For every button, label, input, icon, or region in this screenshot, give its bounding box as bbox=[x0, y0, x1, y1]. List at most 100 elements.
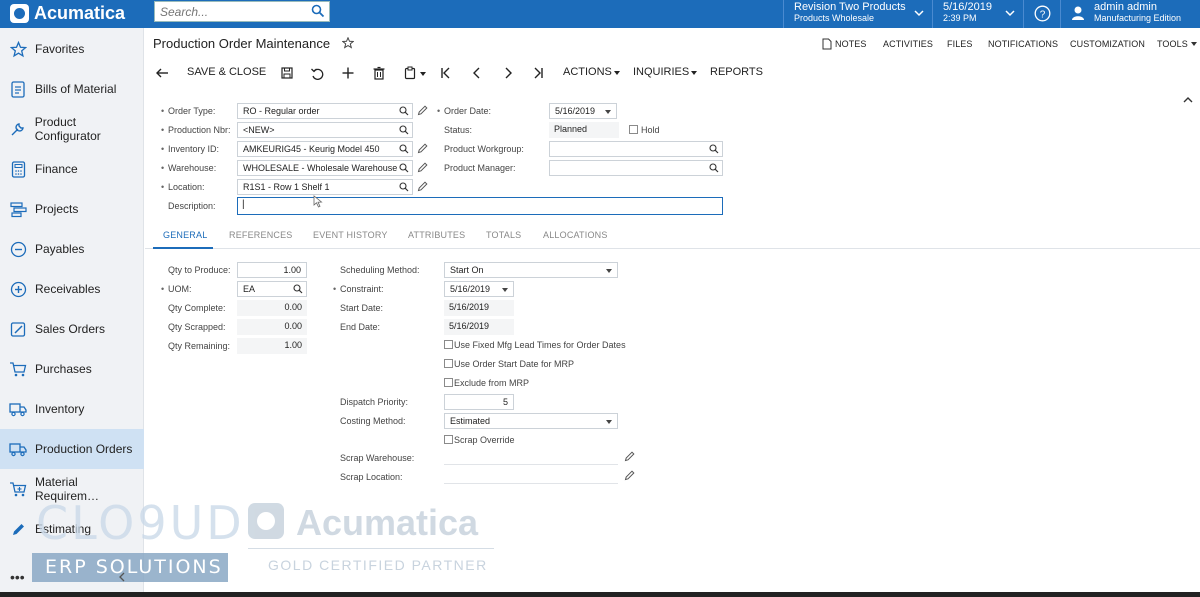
constraint-date-field[interactable]: 5/16/2019 bbox=[444, 281, 514, 297]
edit-pencil-icon[interactable] bbox=[417, 143, 428, 154]
hold-checkbox[interactable] bbox=[629, 125, 638, 134]
uom-field[interactable]: EA bbox=[237, 281, 307, 297]
chevron-down-icon[interactable] bbox=[502, 288, 508, 292]
order-type-field[interactable]: RO - Regular order bbox=[237, 103, 413, 119]
search-icon[interactable] bbox=[709, 163, 719, 173]
sidebar-item-production-orders[interactable]: Production Orders bbox=[0, 429, 144, 469]
acumatica-watermark: Acumatica bbox=[296, 502, 479, 543]
save-icon[interactable] bbox=[280, 66, 294, 80]
order-date-field[interactable]: 5/16/2019 bbox=[549, 103, 617, 119]
search-box[interactable] bbox=[154, 1, 330, 22]
more-menu-button[interactable]: ••• bbox=[10, 569, 25, 585]
sidebar-item-projects[interactable]: Projects bbox=[0, 189, 144, 229]
favorite-star-icon[interactable] bbox=[342, 37, 354, 49]
costing-method-select[interactable]: Estimated bbox=[444, 413, 618, 429]
tab-attributes[interactable]: ATTRIBUTES bbox=[408, 230, 465, 240]
tab-strip: GENERAL REFERENCES EVENT HISTORY ATTRIBU… bbox=[145, 225, 1200, 249]
search-icon[interactable] bbox=[293, 284, 303, 294]
location-field[interactable]: R1S1 - Row 1 Shelf 1 bbox=[237, 179, 413, 195]
tab-references[interactable]: REFERENCES bbox=[229, 230, 293, 240]
last-record-icon[interactable] bbox=[531, 66, 545, 80]
status-label: Status: bbox=[444, 125, 473, 135]
use-order-start-mrp-checkbox[interactable] bbox=[444, 359, 453, 368]
notifications-link[interactable]: NOTIFICATIONS bbox=[988, 39, 1058, 49]
chevron-down-icon[interactable] bbox=[605, 110, 611, 114]
scrap-warehouse-field[interactable] bbox=[444, 464, 618, 465]
collapse-chevron-icon[interactable] bbox=[1183, 96, 1193, 104]
next-record-icon[interactable] bbox=[501, 66, 515, 80]
scrap-override-checkbox[interactable] bbox=[444, 435, 453, 444]
company-switcher[interactable]: Revision Two Products Products Wholesale bbox=[783, 0, 932, 28]
product-workgroup-field[interactable] bbox=[549, 141, 723, 157]
user-menu[interactable]: admin admin Manufacturing Edition bbox=[1060, 0, 1200, 28]
notes-link[interactable]: NOTES bbox=[835, 39, 867, 49]
sidebar-item-payables[interactable]: Payables bbox=[0, 229, 144, 269]
scrap-location-field[interactable] bbox=[444, 483, 618, 484]
activities-link[interactable]: ACTIVITIES bbox=[883, 39, 933, 49]
edit-pencil-icon[interactable] bbox=[624, 470, 635, 481]
sidebar-item-bills-of-material[interactable]: Bills of Material bbox=[0, 69, 144, 109]
tab-general[interactable]: GENERAL bbox=[163, 230, 207, 240]
search-icon[interactable] bbox=[399, 125, 409, 135]
edit-pencil-icon[interactable] bbox=[417, 162, 428, 173]
sidebar-item-purchases[interactable]: Purchases bbox=[0, 349, 144, 389]
edit-pencil-icon[interactable] bbox=[417, 181, 428, 192]
chevron-down-icon bbox=[1005, 10, 1015, 17]
edit-pencil-icon[interactable] bbox=[624, 451, 635, 462]
sidebar-item-receivables[interactable]: Receivables bbox=[0, 269, 144, 309]
tools-link[interactable]: TOOLS bbox=[1157, 39, 1188, 49]
branch-name: Products Wholesale bbox=[794, 13, 875, 23]
search-icon[interactable] bbox=[709, 144, 719, 154]
first-record-icon[interactable] bbox=[439, 66, 453, 80]
clipboard-icon[interactable] bbox=[403, 66, 417, 80]
svg-text:?: ? bbox=[1040, 9, 1046, 20]
warehouse-field[interactable]: WHOLESALE - Wholesale Warehouse bbox=[237, 160, 413, 176]
actions-menu[interactable]: ACTIONS bbox=[563, 66, 612, 78]
sidebar-item-favorites[interactable]: Favorites bbox=[0, 29, 144, 69]
sidebar-item-inventory[interactable]: Inventory bbox=[0, 389, 144, 429]
clipboard-dropdown-icon[interactable] bbox=[420, 72, 426, 76]
delete-icon[interactable] bbox=[372, 66, 386, 80]
search-input[interactable] bbox=[155, 2, 305, 21]
tab-totals[interactable]: TOTALS bbox=[486, 230, 521, 240]
inventory-id-field[interactable]: AMKEURIG45 - Keurig Model 450 bbox=[237, 141, 413, 157]
dispatch-priority-field[interactable]: 5 bbox=[444, 394, 514, 410]
reports-menu[interactable]: REPORTS bbox=[710, 66, 763, 78]
production-nbr-label: Production Nbr: bbox=[161, 125, 230, 135]
sidebar-item-product-configurator[interactable]: Product Configurator bbox=[0, 109, 144, 149]
previous-record-icon[interactable] bbox=[470, 66, 484, 80]
exclude-from-mrp-checkbox[interactable] bbox=[444, 378, 453, 387]
sidebar-item-sales-orders[interactable]: Sales Orders bbox=[0, 309, 144, 349]
acumatica-logo[interactable]: Acumatica bbox=[10, 3, 125, 24]
sidebar-item-finance[interactable]: Finance bbox=[0, 149, 144, 189]
active-tab-indicator bbox=[153, 247, 213, 249]
search-icon[interactable] bbox=[399, 182, 409, 192]
search-icon[interactable] bbox=[399, 106, 409, 116]
save-close-button[interactable]: SAVE & CLOSE bbox=[187, 66, 266, 78]
warehouse-value: WHOLESALE - Wholesale Warehouse bbox=[243, 163, 398, 173]
product-manager-field[interactable] bbox=[549, 160, 723, 176]
date-switcher[interactable]: 5/16/2019 2:39 PM bbox=[932, 0, 1023, 28]
inquiries-menu[interactable]: INQUIRIES bbox=[633, 66, 689, 78]
tab-allocations[interactable]: ALLOCATIONS bbox=[543, 230, 608, 240]
page-title: Production Order Maintenance bbox=[153, 36, 331, 51]
search-icon[interactable] bbox=[311, 4, 325, 18]
tab-event-history[interactable]: EVENT HISTORY bbox=[313, 230, 388, 240]
customization-link[interactable]: CUSTOMIZATION bbox=[1070, 39, 1145, 49]
production-nbr-field[interactable]: <NEW> bbox=[237, 122, 413, 138]
collapse-sidebar-icon[interactable] bbox=[118, 572, 126, 582]
help-button[interactable]: ? bbox=[1023, 0, 1060, 28]
files-link[interactable]: FILES bbox=[947, 39, 973, 49]
undo-icon[interactable] bbox=[310, 66, 324, 80]
scheduling-method-select[interactable]: Start On bbox=[444, 262, 618, 278]
use-fixed-mfg-checkbox[interactable] bbox=[444, 340, 453, 349]
edit-pencil-icon[interactable] bbox=[417, 105, 428, 116]
add-icon[interactable] bbox=[341, 66, 355, 80]
qty-to-produce-field[interactable]: 1.00 bbox=[237, 262, 307, 278]
location-value: R1S1 - Row 1 Shelf 1 bbox=[243, 182, 330, 192]
edition-name: Manufacturing Edition bbox=[1094, 13, 1182, 23]
search-icon[interactable] bbox=[399, 144, 409, 154]
search-icon[interactable] bbox=[399, 163, 409, 173]
back-arrow-icon[interactable] bbox=[155, 66, 169, 80]
description-input[interactable]: | bbox=[237, 197, 723, 215]
